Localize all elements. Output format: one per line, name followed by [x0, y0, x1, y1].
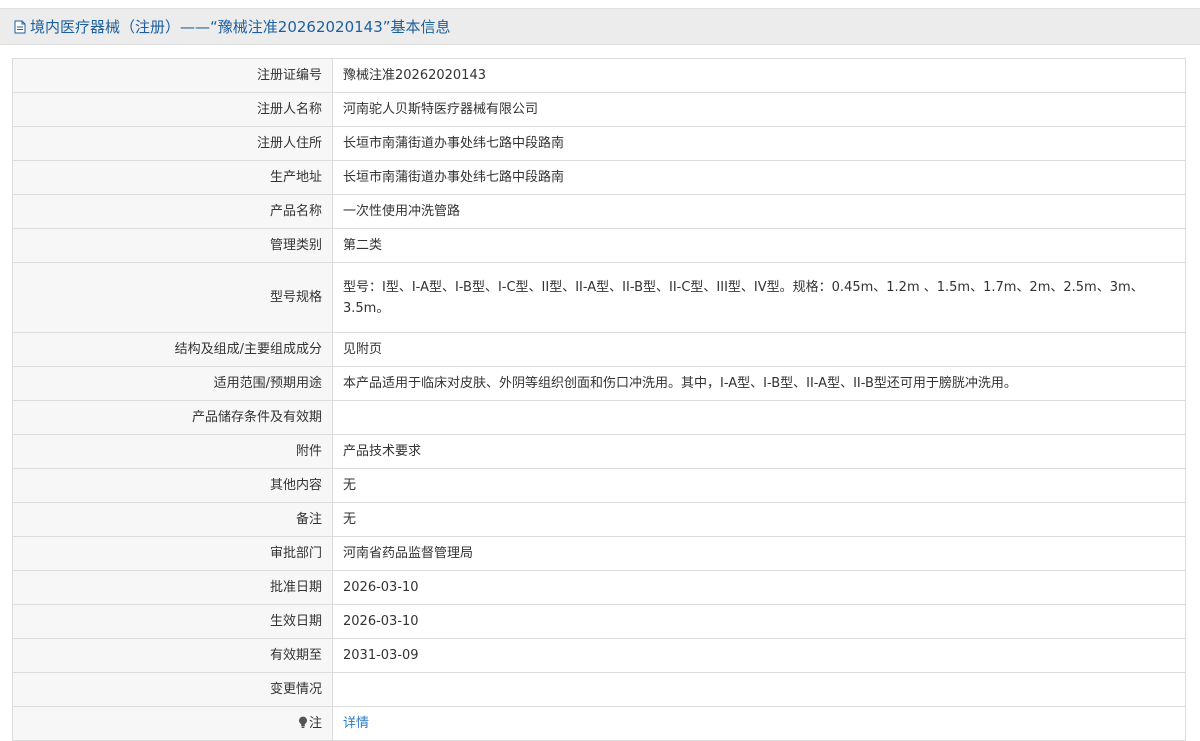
- row-value: 无: [332, 502, 1186, 537]
- table-row: 审批部门 河南省药品监督管理局: [12, 536, 1186, 571]
- page: 境内医疗器械（注册）——“豫械注准20262020143”基本信息 注册证编号 …: [0, 0, 1200, 741]
- row-label: 审批部门: [12, 536, 333, 571]
- row-value: 河南省药品监督管理局: [332, 536, 1186, 571]
- table-row: 批准日期 2026-03-10: [12, 570, 1186, 605]
- table-row: 附件 产品技术要求: [12, 434, 1186, 469]
- info-table-wrapper: 注册证编号 豫械注准20262020143 注册人名称 河南驼人贝斯特医疗器械有…: [12, 58, 1186, 741]
- row-label: 型号规格: [12, 262, 333, 333]
- row-value: 2026-03-10: [332, 604, 1186, 639]
- table-row: 注册证编号 豫械注准20262020143: [12, 58, 1186, 93]
- row-value: 无: [332, 468, 1186, 503]
- table-row: 注册人名称 河南驼人贝斯特医疗器械有限公司: [12, 92, 1186, 127]
- page-title: 境内医疗器械（注册）——“豫械注准20262020143”基本信息: [30, 18, 451, 36]
- row-value: 产品技术要求: [332, 434, 1186, 469]
- row-label: 管理类别: [12, 228, 333, 263]
- row-value: 见附页: [332, 332, 1186, 367]
- info-table-body: 注册证编号 豫械注准20262020143 注册人名称 河南驼人贝斯特医疗器械有…: [12, 58, 1186, 741]
- row-value: 豫械注准20262020143: [332, 58, 1186, 93]
- row-label: 产品储存条件及有效期: [12, 400, 333, 435]
- row-value: [332, 672, 1186, 707]
- row-value: 一次性使用冲洗管路: [332, 194, 1186, 229]
- row-value: 河南驼人贝斯特医疗器械有限公司: [332, 92, 1186, 127]
- note-label-cell: 注: [12, 706, 333, 741]
- row-label: 结构及组成/主要组成成分: [12, 332, 333, 367]
- row-label: 注册证编号: [12, 58, 333, 93]
- table-row: 生产地址 长垣市南蒲街道办事处纬七路中段路南: [12, 160, 1186, 195]
- table-row: 结构及组成/主要组成成分 见附页: [12, 332, 1186, 367]
- row-label: 适用范围/预期用途: [12, 366, 333, 401]
- table-row: 管理类别 第二类: [12, 228, 1186, 263]
- row-label: 产品名称: [12, 194, 333, 229]
- row-value: [332, 400, 1186, 435]
- table-row: 适用范围/预期用途 本产品适用于临床对皮肤、外阴等组织创面和伤口冲洗用。其中，I…: [12, 366, 1186, 401]
- page-header: 境内医疗器械（注册）——“豫械注准20262020143”基本信息: [0, 8, 1200, 45]
- row-label: 变更情况: [12, 672, 333, 707]
- note-value-cell: 详情: [332, 706, 1186, 741]
- table-row: 其他内容 无: [12, 468, 1186, 503]
- row-label: 注册人名称: [12, 92, 333, 127]
- row-value: 第二类: [332, 228, 1186, 263]
- row-label: 备注: [12, 502, 333, 537]
- row-value: 2031-03-09: [332, 638, 1186, 673]
- table-row: 注册人住所 长垣市南蒲街道办事处纬七路中段路南: [12, 126, 1186, 161]
- row-value: 长垣市南蒲街道办事处纬七路中段路南: [332, 126, 1186, 161]
- detail-link[interactable]: 详情: [343, 716, 369, 731]
- document-icon: [14, 20, 26, 34]
- table-row: 有效期至 2031-03-09: [12, 638, 1186, 673]
- row-label: 有效期至: [12, 638, 333, 673]
- row-value: 长垣市南蒲街道办事处纬七路中段路南: [332, 160, 1186, 195]
- table-row: 生效日期 2026-03-10: [12, 604, 1186, 639]
- row-label: 其他内容: [12, 468, 333, 503]
- row-value: 本产品适用于临床对皮肤、外阴等组织创面和伤口冲洗用。其中，I-A型、I-B型、I…: [332, 366, 1186, 401]
- row-label: 生效日期: [12, 604, 333, 639]
- table-row: 型号规格 型号：I型、I-A型、I-B型、I-C型、II型、II-A型、II-B…: [12, 262, 1186, 333]
- row-value: 2026-03-10: [332, 570, 1186, 605]
- table-row: 产品储存条件及有效期: [12, 400, 1186, 435]
- table-row: 产品名称 一次性使用冲洗管路: [12, 194, 1186, 229]
- row-label: 注册人住所: [12, 126, 333, 161]
- table-row: 变更情况: [12, 672, 1186, 707]
- table-row: 备注 无: [12, 502, 1186, 537]
- row-label: 附件: [12, 434, 333, 469]
- row-value: 型号：I型、I-A型、I-B型、I-C型、II型、II-A型、II-B型、II-…: [332, 262, 1186, 333]
- lightbulb-icon: [298, 716, 308, 729]
- row-label: 生产地址: [12, 160, 333, 195]
- info-table: 注册证编号 豫械注准20262020143 注册人名称 河南驼人贝斯特医疗器械有…: [12, 58, 1186, 741]
- note-label: 注: [308, 715, 322, 731]
- row-label: 批准日期: [12, 570, 333, 605]
- note-row: 注 详情: [12, 706, 1186, 741]
